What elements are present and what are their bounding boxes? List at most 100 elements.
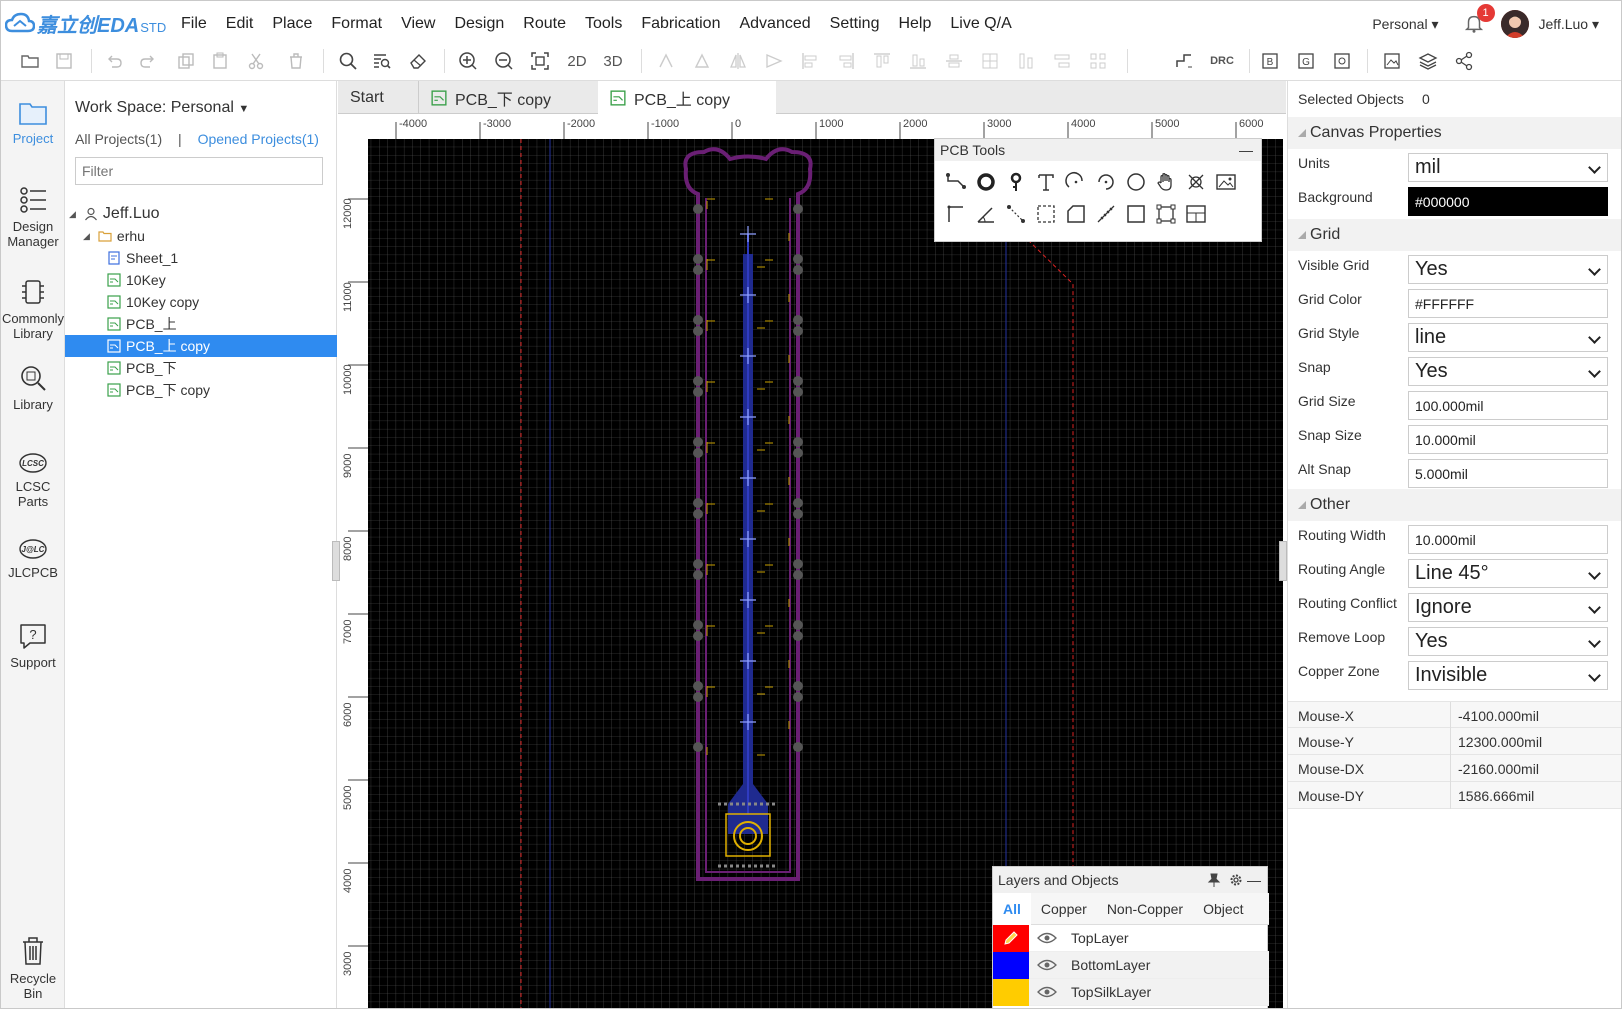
layers-tab-all[interactable]: All [993,893,1031,925]
paste-button[interactable] [207,41,233,81]
view-3d-button[interactable]: 3D [599,41,627,81]
user-menu[interactable]: Jeff.Luo ▾ [1539,16,1599,33]
angle-tool[interactable] [973,201,999,227]
menu-setting[interactable]: Setting [830,15,880,33]
menu-fabrication[interactable]: Fabrication [641,15,720,33]
grid-color-field[interactable]: #FFFFFF [1408,289,1608,318]
track-tool[interactable] [943,169,969,195]
tree-item-sheet[interactable]: Sheet_1 [65,247,337,269]
menu-edit[interactable]: Edit [226,15,254,33]
layers-button[interactable] [1415,41,1441,81]
visible-grid-select[interactable]: Yes [1408,255,1608,284]
left-splitter-handle[interactable] [332,541,340,581]
rail-lcsc-parts[interactable]: LCSC LCSC Parts [1,451,65,509]
align-bottom-button[interactable] [905,41,931,81]
rail-jlcpcb[interactable]: J@LC JLCPCB [1,537,65,580]
tree-project-folder[interactable]: ◢ erhu [65,225,337,247]
workspace-dropdown[interactable]: Work Space: Personal ▼ [75,99,249,117]
array-button[interactable] [1085,41,1111,81]
zoom-in-button[interactable] [455,41,481,81]
layers-tab-copper[interactable]: Copper [1031,893,1097,925]
pan-tool[interactable] [1153,169,1179,195]
undo-button[interactable] [101,41,127,81]
view-2d-button[interactable]: 2D [563,41,591,81]
pcb-layout-tool[interactable] [1183,201,1209,227]
rectangle-tool[interactable] [1123,201,1149,227]
grid-section[interactable]: Grid [1288,219,1621,251]
grid-style-select[interactable]: line [1408,323,1608,352]
tree-item-pcb[interactable]: 10Key copy [65,291,337,313]
tree-item-pcb-selected[interactable]: PCB_上 copy [65,335,337,357]
pcb-tools-header[interactable]: PCB Tools — [935,139,1261,161]
snap-size-input[interactable]: 10.000mil [1408,425,1608,454]
rail-support[interactable]: ? Support [1,621,65,670]
gear-icon[interactable] [1229,873,1243,887]
menu-place[interactable]: Place [272,15,312,33]
distribute-button[interactable] [977,41,1003,81]
menu-tools[interactable]: Tools [585,15,622,33]
app-logo[interactable]: 嘉立创EDA STD [5,9,166,37]
pick-place-button[interactable] [1329,41,1355,81]
open-button[interactable] [17,41,43,81]
layers-tab-non-copper[interactable]: Non-Copper [1097,893,1193,925]
distribute-horizontal-button[interactable] [1049,41,1075,81]
tree-item-pcb[interactable]: PCB_下 copy [65,379,337,401]
eye-icon[interactable] [1037,958,1057,972]
opened-projects-link[interactable]: Opened Projects(1) [198,131,319,147]
image-tool[interactable] [1213,169,1239,195]
collapse-triangle-icon[interactable]: ◢ [69,209,76,220]
workspace-switcher[interactable]: Personal ▾ [1372,16,1438,33]
rail-recycle-bin[interactable]: Recycle Bin [1,935,65,1001]
remove-loop-select[interactable]: Yes [1408,627,1608,656]
rotate-left-button[interactable] [653,41,679,81]
right-splitter-handle[interactable] [1279,541,1287,581]
layer-row-bottom[interactable]: BottomLayer [993,951,1269,979]
snap-select[interactable]: Yes [1408,357,1608,386]
canvas-properties-section[interactable]: Canvas Properties [1288,117,1621,149]
arc-tool[interactable] [1063,169,1089,195]
project-filter-input[interactable] [75,157,323,185]
tab-start[interactable]: Start [338,81,416,114]
align-right-button[interactable] [833,41,859,81]
pin-icon[interactable] [1207,873,1221,887]
other-section[interactable]: Other [1288,489,1621,521]
routing-angle-select[interactable]: Line 45° [1408,559,1608,588]
center-arc-tool[interactable] [1093,169,1119,195]
fit-button[interactable] [527,41,553,81]
menu-design[interactable]: Design [454,15,504,33]
export-image-button[interactable] [1379,41,1405,81]
bom-button[interactable]: B [1257,41,1283,81]
eye-icon[interactable] [1037,931,1057,945]
delete-button[interactable] [283,41,309,81]
menu-format[interactable]: Format [331,15,382,33]
alt-snap-input[interactable]: 5.000mil [1408,459,1608,488]
menu-help[interactable]: Help [898,15,931,33]
layer-color-swatch[interactable] [993,978,1029,1006]
copper-area-tool[interactable] [1063,201,1089,227]
align-left-button[interactable] [797,41,823,81]
rail-library[interactable]: Library [1,363,65,412]
menu-route[interactable]: Route [523,15,566,33]
text-tool[interactable] [1033,169,1059,195]
search-button[interactable] [335,41,361,81]
route-button[interactable] [1171,41,1197,81]
group-tool[interactable] [1153,201,1179,227]
eraser-button[interactable] [405,41,431,81]
pad-tool[interactable] [973,169,999,195]
rotate-right-button[interactable] [689,41,715,81]
layers-header[interactable]: Layers and Objects — [993,867,1267,893]
layer-color-swatch[interactable] [993,924,1029,952]
notification-button[interactable]: 1 [1463,4,1495,36]
tree-item-pcb[interactable]: PCB_下 [65,357,337,379]
avatar[interactable] [1500,10,1529,38]
rail-design-manager[interactable]: Design Manager [1,185,65,249]
routing-conflict-select[interactable]: Ignore [1408,593,1608,622]
menu-live-qa[interactable]: Live Q/A [950,15,1011,33]
tree-owner[interactable]: ◢ Jeff.Luo [65,203,337,225]
solid-region-tool[interactable] [1033,201,1059,227]
tab-pcb-bottom-copy[interactable]: PCB_下 copy [418,81,596,114]
eye-icon[interactable] [1037,985,1057,999]
connect-pad-tool[interactable] [1003,201,1029,227]
background-color-field[interactable]: #000000 [1408,187,1608,216]
rail-commonly-library[interactable]: Commonly Library [1,277,65,341]
